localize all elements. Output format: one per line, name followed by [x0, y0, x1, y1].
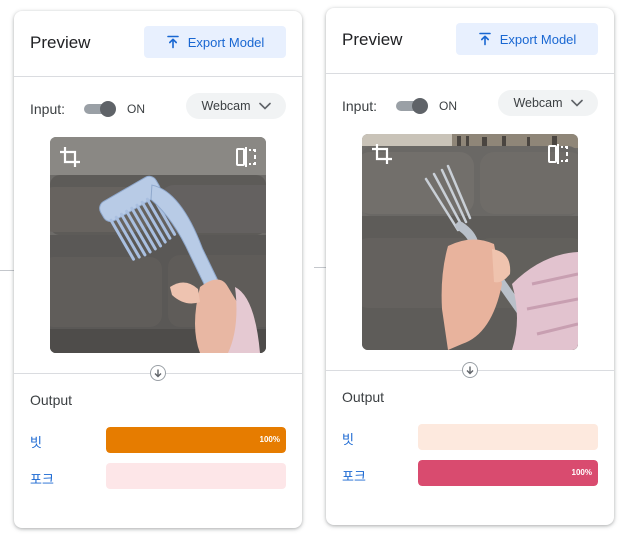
pipeline-connector-left — [0, 270, 14, 271]
input-source-dropdown[interactable]: Webcam — [498, 90, 598, 116]
output-title: Output — [30, 392, 73, 408]
arrow-down-icon — [150, 365, 166, 381]
preview-panel: Preview Export Model Input: ON Webcam Ou… — [14, 11, 302, 528]
input-toggle[interactable] — [396, 98, 428, 114]
export-model-button[interactable]: Export Model — [456, 23, 598, 55]
class-label-comb[interactable]: 빗 — [342, 429, 354, 448]
pipeline-connector-middle — [314, 267, 326, 268]
flip-icon[interactable] — [234, 145, 258, 169]
webcam-preview — [362, 134, 578, 350]
crop-icon[interactable] — [370, 142, 394, 166]
page-title: Preview — [342, 30, 403, 49]
confidence-bar-fork — [106, 463, 286, 489]
export-model-button[interactable]: Export Model — [144, 26, 286, 58]
arrow-down-icon — [462, 362, 478, 378]
divider — [326, 73, 614, 74]
input-source-value: Webcam — [201, 99, 251, 113]
output-title: Output — [342, 389, 385, 405]
input-toggle[interactable] — [84, 101, 116, 117]
page-title: Preview — [30, 33, 91, 52]
input-source-dropdown[interactable]: Webcam — [186, 93, 286, 119]
toggle-state-label: ON — [439, 99, 457, 113]
chevron-down-icon — [570, 99, 583, 107]
preview-header: Preview Export Model — [326, 8, 614, 73]
divider — [14, 76, 302, 77]
class-label-comb[interactable]: 빗 — [30, 432, 42, 451]
input-row: Input: ON Webcam — [326, 90, 614, 122]
confidence-bar-comb — [418, 424, 598, 450]
preview-header: Preview Export Model — [14, 11, 302, 76]
preview-panel: Preview Export Model Input: ON Webcam Ou… — [326, 8, 614, 525]
toggle-state-label: ON — [127, 102, 145, 116]
class-label-fork[interactable]: 포크 — [30, 469, 54, 488]
confidence-value-fork: 100% — [571, 468, 592, 477]
input-label: Input: — [30, 101, 66, 117]
chevron-down-icon — [258, 102, 271, 110]
input-label: Input: — [342, 98, 378, 114]
confidence-bar-comb: 100% — [106, 427, 286, 453]
upload-icon — [166, 35, 179, 49]
confidence-bar-fork: 100% — [418, 460, 598, 486]
webcam-preview — [50, 137, 266, 353]
input-source-value: Webcam — [513, 96, 563, 110]
upload-icon — [478, 32, 491, 46]
crop-icon[interactable] — [58, 145, 82, 169]
export-model-label: Export Model — [187, 34, 265, 50]
export-model-label: Export Model — [499, 31, 577, 47]
class-label-fork[interactable]: 포크 — [342, 466, 366, 485]
input-row: Input: ON Webcam — [14, 93, 302, 125]
flip-icon[interactable] — [546, 142, 570, 166]
confidence-value-comb: 100% — [259, 435, 280, 444]
